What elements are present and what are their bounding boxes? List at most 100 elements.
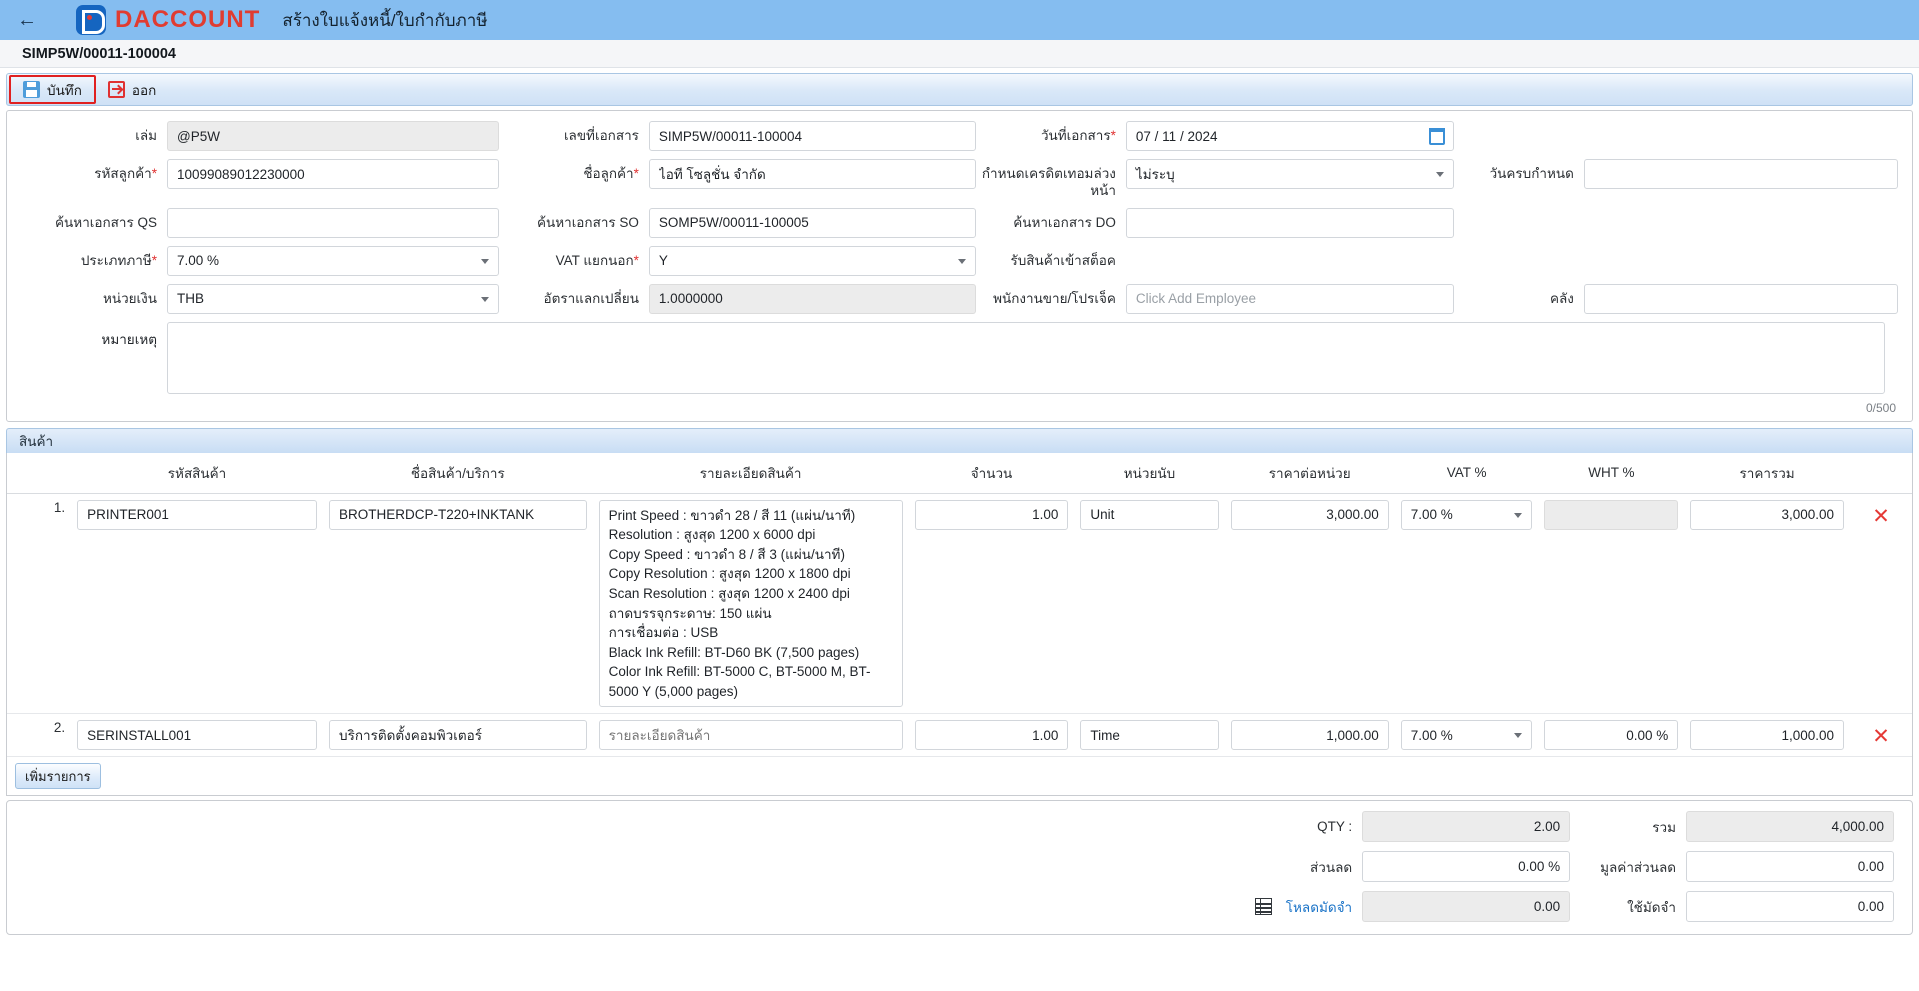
due-date-input[interactable] [1583, 159, 1899, 189]
tax-type-label-text: ประเภทภาษี [80, 252, 152, 268]
item-unit-input[interactable] [1080, 720, 1219, 751]
header-form-panel: เล่ม เลขที่เอกสาร วันที่เอกสาร* 07 / 11 … [6, 110, 1913, 422]
discount-label: ส่วนลด [1310, 859, 1353, 875]
credit-term-select[interactable]: ไม่ระบุ [1125, 159, 1454, 189]
delete-row-icon[interactable]: ✕ [1856, 500, 1906, 527]
item-code-input[interactable] [77, 720, 317, 751]
item-wht-input[interactable] [1544, 720, 1679, 751]
customer-code-label-text: รหัสลูกค้า [94, 166, 152, 181]
field-so: ค้นหาเอกสาร SO [499, 207, 976, 238]
back-arrow-icon[interactable]: ← [14, 7, 40, 33]
customer-name-input[interactable] [648, 159, 976, 189]
items-table-container: รหัสสินค้า ชื่อสินค้า/บริการ รายละเอียดส… [6, 452, 1913, 797]
save-button[interactable]: บันทึก [9, 75, 96, 104]
note-textarea[interactable] [167, 321, 1885, 394]
item-name-input[interactable] [329, 720, 587, 751]
item-vat-select[interactable]: 7.00 % [1400, 720, 1533, 751]
warehouse-input[interactable] [1583, 283, 1899, 314]
cell-desc [592, 713, 909, 758]
customer-name-label-text: ชื่อลูกค้า [583, 166, 634, 181]
doc-date-input[interactable]: 07 / 11 / 2024 [1125, 121, 1454, 151]
field-salesperson: พนักงานขาย/โปรเจ็ค [976, 283, 1454, 314]
required-mark: * [633, 166, 639, 181]
grid-list-icon[interactable] [1254, 898, 1272, 916]
doc-date-value: 07 / 11 / 2024 [1135, 128, 1218, 144]
table-row: 1. Print Speed : ขาวดำ 28 / สี 11 (แผ่น/… [7, 493, 1912, 715]
item-price-input[interactable] [1230, 720, 1389, 751]
sum-input[interactable] [1686, 811, 1894, 843]
cell-code [71, 493, 323, 715]
item-qty-input[interactable] [914, 720, 1069, 751]
so-input[interactable] [648, 207, 976, 238]
totals-panel: QTY : ส่วนลด โหลดมัดจำ รวม มูลค่าส่วนลด [6, 800, 1913, 936]
chevron-down-icon [957, 258, 966, 264]
tax-type-select[interactable]: 7.00 % [167, 245, 499, 276]
item-wht-input[interactable] [1544, 499, 1679, 530]
doc-no-input[interactable] [648, 121, 976, 151]
book-input[interactable] [167, 121, 499, 151]
qty-total-input[interactable] [1362, 811, 1571, 843]
doc-date-label: วันที่เอกสาร* [976, 121, 1126, 145]
item-desc-input[interactable] [598, 720, 903, 751]
item-price-input[interactable] [1230, 499, 1389, 530]
item-qty-input[interactable] [914, 499, 1069, 530]
field-receive-stock: รับสินค้าเข้าสต็อค [976, 246, 1454, 270]
item-name-input[interactable] [329, 499, 587, 530]
cell-price [1224, 493, 1395, 715]
item-total-input[interactable] [1690, 499, 1844, 530]
delete-row-icon[interactable]: ✕ [1856, 720, 1906, 747]
qs-label: ค้นหาเอกสาร QS [55, 214, 157, 230]
discount-input[interactable] [1362, 851, 1571, 883]
cell-desc: Print Speed : ขาวดำ 28 / สี 11 (แผ่น/นาท… [592, 493, 909, 715]
field-due-date: วันครบกำหนด [1454, 159, 1899, 189]
cell-total [1684, 493, 1850, 715]
cell-wht [1538, 493, 1685, 715]
item-desc-box[interactable]: Print Speed : ขาวดำ 28 / สี 11 (แผ่น/นาท… [598, 499, 903, 708]
exchange-rate-input[interactable] [648, 283, 976, 314]
doc-no-label: เลขที่เอกสาร [563, 128, 639, 143]
doc-date-label-text: วันที่เอกสาร [1040, 128, 1111, 143]
currency-select[interactable]: THB [167, 283, 499, 314]
load-deposit-link[interactable]: โหลดมัดจำ [1286, 896, 1352, 918]
exchange-rate-label: อัตราแลกเปลี่ยน [543, 290, 639, 306]
vat-separate-label-text: VAT แยกนอก [555, 252, 634, 268]
vat-separate-select[interactable]: Y [648, 245, 976, 276]
discount-amount-input[interactable] [1686, 851, 1894, 883]
th-desc: รายละเอียดสินค้า [592, 452, 909, 494]
items-body: 1. Print Speed : ขาวดำ 28 / สี 11 (แผ่น/… [7, 493, 1912, 758]
do-input[interactable] [1125, 207, 1454, 238]
discount-amount-label: มูลค่าส่วนลด [1600, 859, 1676, 875]
salesperson-label: พนักงานขาย/โปรเจ็ค [993, 290, 1116, 306]
exit-button[interactable]: ออก [96, 75, 168, 104]
th-total: ราคารวม [1684, 452, 1850, 494]
item-unit-input[interactable] [1080, 499, 1219, 530]
item-code-input[interactable] [77, 499, 317, 530]
use-deposit-input[interactable] [1686, 891, 1894, 923]
brand: DACCOUNT [76, 5, 260, 35]
salesperson-input[interactable] [1125, 283, 1454, 314]
items-section-title: สินค้า [19, 433, 54, 449]
customer-code-input[interactable] [167, 159, 499, 189]
field-tax-type: ประเภทภาษี* 7.00 % [7, 245, 499, 276]
row-number: 1. [7, 493, 72, 715]
field-customer-code: รหัสลูกค้า* [7, 159, 499, 189]
chevron-down-icon [1514, 512, 1523, 518]
qs-input[interactable] [167, 207, 499, 238]
cell-unit [1074, 493, 1225, 715]
add-item-button[interactable]: เพิ่มรายการ [15, 763, 101, 790]
save-button-label: บันทึก [47, 82, 82, 98]
th-delete [1850, 452, 1912, 494]
field-doc-no: เลขที่เอกสาร [499, 121, 976, 151]
calendar-icon[interactable] [1428, 128, 1445, 145]
item-vat-select[interactable]: 7.00 % [1400, 499, 1533, 530]
load-deposit-input[interactable] [1362, 891, 1571, 923]
th-code: รหัสสินค้า [71, 452, 323, 494]
vat-separate-value: Y [658, 253, 668, 269]
item-total-input[interactable] [1690, 720, 1844, 751]
chevron-down-icon [1435, 172, 1444, 177]
so-label: ค้นหาเอกสาร SO [536, 214, 639, 230]
daccount-logo-icon [76, 5, 106, 35]
receive-stock-label: รับสินค้าเข้าสต็อค [1010, 252, 1116, 268]
totals-row-load-deposit: โหลดมัดจำ [1254, 891, 1571, 923]
field-vat-separate: VAT แยกนอก* Y [499, 245, 976, 276]
